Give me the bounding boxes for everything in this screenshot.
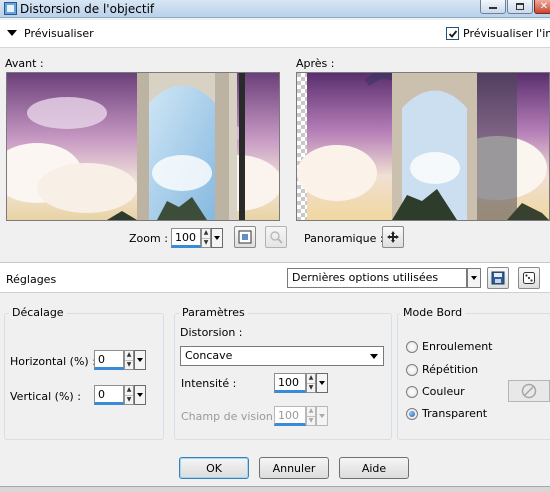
radio-transparent[interactable] bbox=[406, 408, 418, 420]
after-preview-image bbox=[297, 73, 549, 220]
close-icon: ✕ bbox=[539, 0, 549, 12]
fov-spinner: ▲ ▼ bbox=[306, 406, 316, 426]
radio-color-label[interactable]: Couleur bbox=[422, 385, 465, 398]
after-preview-pane[interactable] bbox=[296, 72, 550, 221]
spin-up-icon: ▲ bbox=[308, 407, 314, 415]
horizontal-dropdown-button[interactable] bbox=[134, 350, 146, 370]
radio-wrap-label[interactable]: Enroulement bbox=[422, 340, 493, 353]
distortion-combobox[interactable]: Concave bbox=[180, 346, 384, 366]
title-bar: Distorsion de l'objectif ✕ bbox=[0, 0, 550, 18]
fov-input: 100 bbox=[274, 406, 306, 426]
cancel-button[interactable]: Annuler bbox=[259, 457, 329, 479]
distortion-value: Concave bbox=[185, 349, 233, 362]
chevron-down-icon bbox=[319, 381, 325, 385]
spin-down-icon[interactable]: ▼ bbox=[202, 237, 210, 248]
radio-wrap[interactable] bbox=[406, 341, 418, 353]
zoom-spinner[interactable]: ▲ ▼ bbox=[201, 228, 211, 248]
chevron-down-icon bbox=[471, 276, 477, 280]
intensity-input[interactable]: 100 bbox=[274, 373, 306, 393]
offset-group bbox=[4, 313, 164, 440]
save-preset-button[interactable] bbox=[487, 267, 509, 289]
zoom-actual-button[interactable] bbox=[265, 226, 287, 248]
settings-label: Réglages bbox=[6, 273, 57, 286]
spin-down-icon[interactable]: ▼ bbox=[125, 359, 133, 370]
spin-down-icon[interactable]: ▼ bbox=[125, 394, 133, 405]
chevron-down-icon bbox=[214, 236, 220, 240]
pan-label: Panoramique : bbox=[304, 232, 384, 245]
spin-up-icon[interactable]: ▲ bbox=[202, 229, 210, 238]
zoom-label: Zoom : bbox=[129, 232, 168, 245]
preset-dropdown-button[interactable] bbox=[467, 268, 481, 288]
radio-repeat[interactable] bbox=[406, 364, 418, 376]
window-bottom-edge bbox=[0, 486, 550, 492]
fov-label: Champ de vision : bbox=[181, 410, 281, 423]
offset-group-title: Décalage bbox=[9, 306, 67, 319]
help-button[interactable]: Aide bbox=[339, 457, 409, 479]
before-preview-pane[interactable] bbox=[6, 72, 280, 221]
chevron-down-icon bbox=[370, 354, 378, 359]
distortion-label: Distorsion : bbox=[180, 326, 243, 339]
save-icon bbox=[491, 271, 505, 285]
fov-dropdown-button bbox=[316, 406, 328, 426]
intensity-spinner[interactable]: ▲ ▼ bbox=[306, 373, 316, 393]
intensity-label: Intensité : bbox=[181, 377, 237, 390]
spin-up-icon[interactable]: ▲ bbox=[125, 386, 133, 395]
preview-header: Prévisualiser Prévisualiser l'image bbox=[0, 20, 550, 48]
preview-image-label: Prévisualiser l'image bbox=[463, 27, 550, 40]
preview-section-label: Prévisualiser bbox=[24, 27, 94, 40]
edge-mode-group-title: Mode Bord bbox=[400, 306, 466, 319]
pan-button[interactable] bbox=[382, 226, 404, 248]
close-button[interactable]: ✕ bbox=[534, 0, 550, 14]
horizontal-input[interactable]: 0 bbox=[94, 350, 124, 370]
spin-up-icon[interactable]: ▲ bbox=[307, 374, 315, 383]
edge-mode-group bbox=[397, 313, 550, 440]
vertical-label: Vertical (%) : bbox=[10, 390, 81, 403]
after-label: Après : bbox=[296, 57, 335, 70]
before-preview-image bbox=[7, 73, 279, 220]
preview-image-checkbox[interactable] bbox=[446, 27, 459, 40]
ok-button[interactable]: OK bbox=[179, 457, 249, 479]
maximize-icon bbox=[516, 2, 524, 10]
chevron-down-icon bbox=[319, 414, 325, 418]
chevron-down-icon bbox=[137, 358, 143, 362]
checkmark-icon bbox=[448, 29, 457, 38]
minimize-icon bbox=[489, 7, 497, 9]
spin-down-icon[interactable]: ▼ bbox=[307, 382, 315, 393]
window-title: Distorsion de l'objectif bbox=[20, 2, 155, 16]
app-icon bbox=[4, 2, 17, 15]
preset-combobox[interactable]: Dernières options utilisées bbox=[287, 268, 467, 288]
maximize-button[interactable] bbox=[507, 0, 533, 14]
radio-color[interactable] bbox=[406, 386, 418, 398]
horizontal-label: Horizontal (%) : bbox=[10, 355, 96, 368]
radio-repeat-label[interactable]: Répétition bbox=[422, 363, 478, 376]
intensity-dropdown-button[interactable] bbox=[316, 373, 328, 393]
radio-transparent-label[interactable]: Transparent bbox=[422, 407, 487, 420]
magnifier-icon bbox=[270, 231, 283, 244]
chevron-down-icon bbox=[137, 393, 143, 397]
minimize-button[interactable] bbox=[480, 0, 506, 14]
no-color-icon bbox=[521, 383, 537, 399]
zoom-dropdown-button[interactable] bbox=[211, 228, 223, 248]
spin-down-icon: ▼ bbox=[307, 415, 315, 424]
move-arrows-icon bbox=[387, 231, 399, 243]
zoom-fit-button[interactable] bbox=[234, 226, 256, 248]
dice-icon bbox=[523, 272, 535, 284]
vertical-spinner[interactable]: ▲ ▼ bbox=[124, 385, 134, 405]
randomize-button[interactable] bbox=[518, 267, 540, 289]
vertical-input[interactable]: 0 bbox=[94, 385, 124, 405]
collapse-triangle-icon[interactable] bbox=[7, 30, 17, 36]
color-swatch bbox=[508, 380, 550, 402]
horizontal-spinner[interactable]: ▲ ▼ bbox=[124, 350, 134, 370]
params-group-title: Paramètres bbox=[179, 306, 248, 319]
spin-up-icon[interactable]: ▲ bbox=[125, 351, 133, 360]
settings-band: Réglages Dernières options utilisées bbox=[0, 263, 550, 293]
before-label: Avant : bbox=[5, 57, 44, 70]
zoom-input[interactable]: 100 bbox=[171, 228, 201, 248]
vertical-dropdown-button[interactable] bbox=[134, 385, 146, 405]
zoom-fit-icon bbox=[238, 230, 252, 244]
